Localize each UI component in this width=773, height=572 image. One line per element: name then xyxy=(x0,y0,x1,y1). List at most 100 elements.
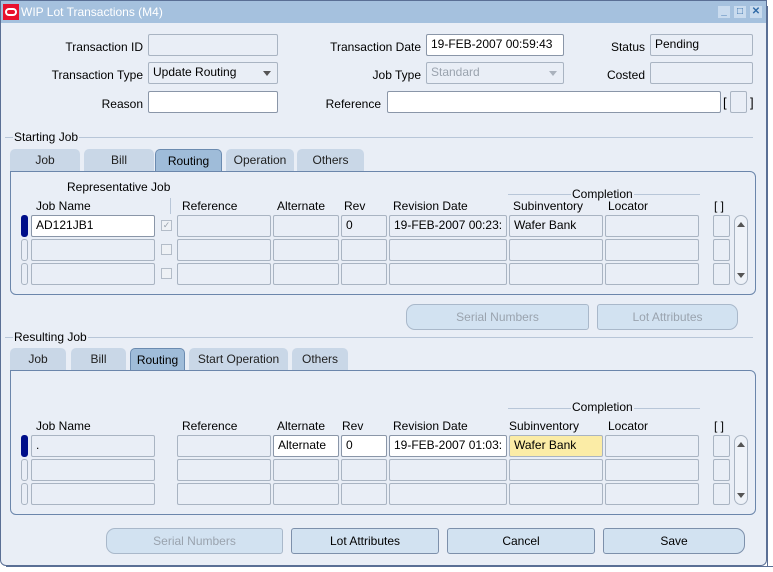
dff-cell[interactable] xyxy=(713,483,730,505)
job-type-label: Job Type xyxy=(372,68,421,82)
resulting-job-panel: Job Name Reference Alternate Rev Revisio… xyxy=(10,370,756,515)
col-rev: Rev xyxy=(344,199,366,213)
representative-checkbox[interactable] xyxy=(161,244,172,255)
locator-cell xyxy=(605,215,699,237)
completion-group-header: Completion xyxy=(571,400,634,414)
minimize-icon[interactable]: _ xyxy=(718,6,730,18)
starting-tab-others[interactable]: Others xyxy=(297,149,364,171)
alternate-cell xyxy=(273,459,339,481)
save-button[interactable]: Save xyxy=(603,528,745,554)
representative-checkbox: ✓ xyxy=(161,220,172,231)
col-subinventory: Subinventory xyxy=(509,419,580,433)
resulting-tab-start-operation[interactable]: Start Operation xyxy=(189,348,288,370)
scroll-down-icon[interactable] xyxy=(737,493,745,498)
row-indicator[interactable] xyxy=(21,459,28,481)
dff-cell[interactable] xyxy=(713,239,730,261)
job-name-field[interactable] xyxy=(31,483,155,505)
window-shadow-right xyxy=(767,6,773,572)
rev-cell xyxy=(341,239,387,261)
row-indicator[interactable] xyxy=(21,239,28,261)
starting-tab-bill[interactable]: Bill xyxy=(84,149,154,171)
scroll-up-icon[interactable] xyxy=(737,442,745,447)
row-indicator-current[interactable] xyxy=(21,435,28,457)
row-indicator[interactable] xyxy=(21,483,28,505)
job-name-field[interactable] xyxy=(31,239,155,261)
header-dff-field[interactable] xyxy=(730,91,747,113)
alternate-field[interactable]: Alternate xyxy=(273,435,339,457)
reference-field[interactable] xyxy=(387,91,721,113)
locator-cell xyxy=(605,483,699,505)
title-bar[interactable]: WIP Lot Transactions (M4) _ □ ✕ xyxy=(1,1,766,23)
subinventory-field[interactable]: Wafer Bank xyxy=(509,435,603,457)
revision-date-cell xyxy=(389,239,507,261)
serial-numbers-label: Serial Numbers xyxy=(153,534,236,548)
maximize-icon[interactable]: □ xyxy=(734,6,746,18)
dff-cell[interactable] xyxy=(713,263,730,285)
resulting-tab-job[interactable]: Job xyxy=(10,348,66,370)
chevron-down-icon xyxy=(549,71,557,76)
resulting-tab-others[interactable]: Others xyxy=(292,348,348,370)
starting-job-panel: Representative Job Job Name Reference Al… xyxy=(10,171,756,295)
reference-cell xyxy=(177,459,271,481)
reference-cell xyxy=(177,263,271,285)
resulting-job-divider xyxy=(5,337,753,338)
col-revision-date: Revision Date xyxy=(393,419,468,433)
locator-cell xyxy=(605,263,699,285)
resulting-tab-routing[interactable]: Routing xyxy=(130,348,185,370)
starting-job-title: Starting Job xyxy=(13,130,80,144)
status-field: Pending xyxy=(650,34,753,56)
col-alternate: Alternate xyxy=(277,419,326,433)
scroll-down-icon[interactable] xyxy=(737,273,745,278)
revision-date-cell xyxy=(389,263,507,285)
lot-attributes-button[interactable]: Lot Attributes xyxy=(291,528,439,554)
row-indicator-current[interactable] xyxy=(21,215,28,237)
serial-numbers-button: Serial Numbers xyxy=(106,528,283,554)
subinventory-cell xyxy=(509,483,603,505)
transaction-date-field[interactable]: 19-FEB-2007 00:59:43 xyxy=(426,34,564,56)
reference-cell xyxy=(177,239,271,261)
dff-cell[interactable] xyxy=(713,435,730,457)
job-name-field[interactable]: AD121JB1 xyxy=(31,215,155,237)
row-indicator[interactable] xyxy=(21,263,28,285)
job-name-field[interactable] xyxy=(31,459,155,481)
dff-cell[interactable] xyxy=(713,459,730,481)
resulting-tab-bill[interactable]: Bill xyxy=(71,348,126,370)
job-name-field[interactable] xyxy=(31,263,155,285)
starting-lot-attributes-label: Lot Attributes xyxy=(632,310,703,324)
locator-cell xyxy=(605,459,699,481)
resulting-job-scrollbar[interactable] xyxy=(734,435,748,505)
alternate-cell xyxy=(273,263,339,285)
col-subinventory: Subinventory xyxy=(513,199,584,213)
close-icon[interactable]: ✕ xyxy=(750,6,762,18)
chevron-down-icon xyxy=(263,71,271,76)
starting-tab-routing[interactable]: Routing xyxy=(155,149,222,171)
scroll-up-icon[interactable] xyxy=(737,222,745,227)
transaction-type-select[interactable]: Update Routing xyxy=(148,62,278,84)
transaction-id-field[interactable] xyxy=(148,34,278,56)
costed-field xyxy=(650,62,753,84)
cancel-button[interactable]: Cancel xyxy=(447,528,595,554)
window-title: WIP Lot Transactions (M4) xyxy=(21,5,163,19)
dff-cell[interactable] xyxy=(713,215,730,237)
starting-job-scrollbar[interactable] xyxy=(734,215,748,285)
starting-tab-job[interactable]: Job xyxy=(10,149,80,171)
rev-field[interactable]: 0 xyxy=(341,435,387,457)
starting-tab-operation[interactable]: Operation xyxy=(226,149,294,171)
starting-job-divider xyxy=(5,137,753,138)
cancel-label: Cancel xyxy=(502,534,540,548)
locator-field[interactable] xyxy=(605,435,699,457)
subinventory-cell xyxy=(509,263,603,285)
reference-cell xyxy=(177,483,271,505)
costed-label: Costed xyxy=(606,68,645,82)
transaction-type-value: Update Routing xyxy=(153,65,237,79)
rev-cell: 0 xyxy=(341,215,387,237)
oracle-logo-icon xyxy=(3,4,19,20)
representative-checkbox[interactable] xyxy=(161,268,172,279)
revision-date-field[interactable]: 19-FEB-2007 01:03: xyxy=(389,435,507,457)
job-name-field[interactable]: . xyxy=(31,435,155,457)
dff-bracket-open: [ xyxy=(723,95,727,110)
status-label: Status xyxy=(610,40,645,54)
reason-field[interactable] xyxy=(148,91,278,113)
rev-cell xyxy=(341,483,387,505)
reference-cell xyxy=(177,215,271,237)
